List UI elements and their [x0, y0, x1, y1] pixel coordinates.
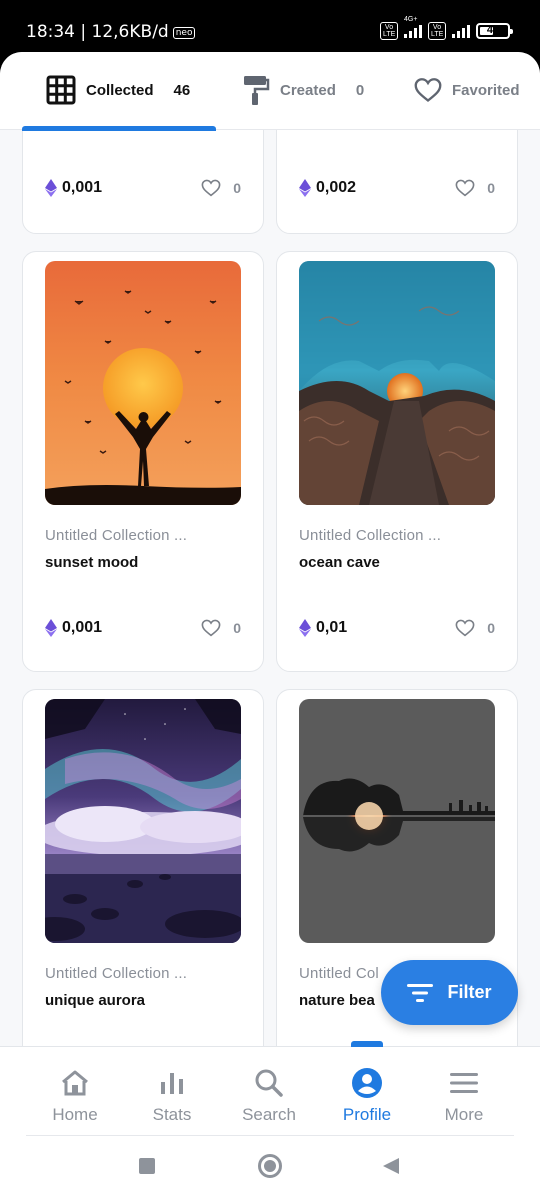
nft-card[interactable]: 0,002 0	[276, 130, 518, 234]
likes-count: 0	[487, 180, 495, 196]
signal-icon-2	[452, 24, 470, 38]
filter-button[interactable]: Filter	[381, 960, 518, 1025]
ethereum-icon	[299, 619, 311, 637]
home-icon	[62, 1070, 88, 1096]
bottom-navigation: Home Stats Search Profile More	[0, 1041, 540, 1136]
likes[interactable]: 0	[455, 619, 495, 637]
nft-card[interactable]: Untitled Collection ... sunset mood 0,00…	[22, 251, 264, 672]
price-row: 0,001 0	[45, 619, 241, 637]
status-time: 18:34 | 12,6KB/d neo	[26, 22, 196, 42]
tab-collected-label: Collected	[86, 81, 154, 99]
nav-divider	[26, 1135, 514, 1136]
heart-icon	[414, 78, 442, 102]
tab-favorited-label: Favorited	[452, 81, 520, 99]
ethereum-icon	[45, 179, 57, 197]
likes[interactable]: 0	[455, 179, 495, 197]
collection-name: Untitled Collection ...	[45, 527, 188, 544]
home-button-dot	[264, 1160, 276, 1172]
paint-roller-icon	[244, 76, 270, 105]
nav-stats[interactable]: Stats	[123, 1067, 221, 1125]
tab-created-label: Created	[280, 81, 336, 99]
likes-count: 0	[487, 620, 495, 636]
battery-icon: 49	[476, 23, 513, 39]
nav-home[interactable]: Home	[26, 1067, 124, 1125]
menu-icon	[450, 1073, 478, 1093]
profile-tabs: Collected 46 Created 0 Favorited	[0, 52, 540, 131]
collection-name: Untitled Col	[299, 965, 379, 982]
home-button[interactable]	[258, 1154, 282, 1178]
nft-card[interactable]: Untitled Collection ... ocean cave 0,01 …	[276, 251, 518, 672]
ethereum-icon	[45, 619, 57, 637]
nft-image-nature	[299, 699, 495, 943]
price: 0,002	[299, 179, 356, 197]
active-tab-indicator	[22, 126, 216, 131]
active-nav-indicator	[351, 1041, 383, 1047]
collection-name: Untitled Collection ...	[45, 965, 188, 982]
nft-name: unique aurora	[45, 992, 146, 1009]
nft-image-aurora	[45, 699, 241, 943]
nft-card[interactable]: Untitled Collection ... unique aurora	[22, 689, 264, 1046]
tab-collected-count: 46	[173, 81, 191, 99]
nav-more-label: More	[444, 1105, 484, 1124]
search-icon	[255, 1069, 283, 1097]
tab-created[interactable]: Created 0	[242, 74, 364, 106]
nft-image-sunset	[45, 261, 241, 505]
likes[interactable]: 0	[201, 179, 241, 197]
volte-icon: Vo LTE	[380, 22, 398, 40]
price-row: 0,002 0	[299, 179, 495, 197]
recents-button[interactable]	[139, 1158, 155, 1174]
nav-search[interactable]: Search	[220, 1067, 318, 1125]
heart-icon	[455, 619, 475, 637]
status-time-text: 18:34 | 12,6KB/d	[26, 22, 169, 42]
likes-count: 0	[233, 180, 241, 196]
price: 0,001	[45, 619, 102, 637]
nft-name: ocean cave	[299, 554, 380, 571]
app-screen: Collected 46 Created 0 Favorited 0,001 0…	[0, 52, 540, 1200]
bar-chart-icon	[161, 1073, 183, 1094]
nft-grid: 0,001 0 0,002 0 Untitled Collection ... …	[0, 130, 540, 1046]
price-row: 0,01 0	[299, 619, 495, 637]
likes[interactable]: 0	[201, 619, 241, 637]
heart-icon	[455, 179, 475, 197]
volte-icon-2: Vo LTE	[428, 22, 446, 40]
price-value: 0,002	[316, 179, 357, 196]
price: 0,001	[45, 179, 102, 197]
nft-name: nature bea	[299, 992, 375, 1009]
profile-icon	[352, 1068, 382, 1098]
neo-badge: neo	[172, 27, 196, 39]
grid-icon	[46, 75, 76, 105]
heart-icon	[201, 179, 221, 197]
filter-label: Filter	[447, 982, 492, 1002]
nav-profile-label: Profile	[342, 1105, 392, 1124]
back-button[interactable]	[382, 1157, 400, 1175]
nav-home-label: Home	[52, 1105, 98, 1124]
nft-image-ocean-cave	[299, 261, 495, 505]
system-navigation-bar	[0, 1136, 540, 1200]
nav-profile[interactable]: Profile	[318, 1067, 416, 1125]
price-value: 0,001	[62, 619, 103, 636]
signal-icon: 4G+	[404, 16, 422, 38]
nft-name: sunset mood	[45, 554, 139, 571]
nav-stats-label: Stats	[152, 1105, 192, 1124]
price-value: 0,01	[316, 619, 348, 636]
status-icons: Vo LTE 4G+ Vo LTE 49	[380, 16, 513, 40]
nav-more[interactable]: More	[415, 1067, 513, 1125]
battery-level: 49	[486, 24, 500, 36]
heart-icon	[201, 619, 221, 637]
nft-card[interactable]: 0,001 0	[22, 130, 264, 234]
ethereum-icon	[299, 179, 311, 197]
price-value: 0,001	[62, 179, 103, 196]
tab-created-count: 0	[355, 81, 365, 99]
filter-icon	[407, 983, 434, 1002]
price: 0,01	[299, 619, 347, 637]
price-row: 0,001 0	[45, 179, 241, 197]
network-type: 4G+	[404, 16, 418, 23]
likes-count: 0	[233, 620, 241, 636]
tab-collected[interactable]: Collected 46	[46, 74, 190, 106]
nav-search-label: Search	[242, 1105, 296, 1124]
tab-favorited[interactable]: Favorited	[414, 74, 520, 106]
collection-name: Untitled Collection ...	[299, 527, 442, 544]
